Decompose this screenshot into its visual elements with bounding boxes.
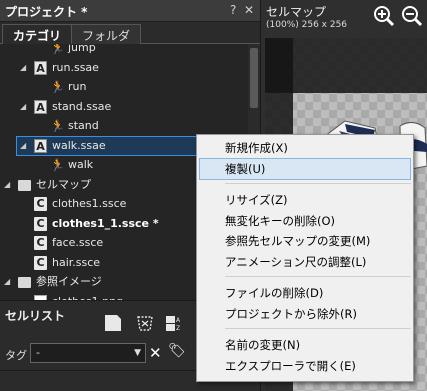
context-menu-item[interactable]: プロジェクトから除外(R) (199, 303, 411, 325)
expand-arrow-icon[interactable]: ◢ (20, 136, 30, 156)
help-button[interactable]: ? (230, 3, 236, 17)
running-figure-icon: 🏃 (50, 80, 65, 94)
tree-item-label: hair.ssce (52, 255, 101, 269)
tree-item-label: walk (68, 158, 94, 171)
running-figure-icon: 🏃 (50, 119, 65, 133)
animation-file-icon: A (34, 99, 47, 114)
context-menu-item[interactable]: ファイルの削除(D) (199, 282, 411, 304)
context-menu: 新規作成(X) 複製(U) リサイズ(Z) 無変化キーの削除(O) 参照先セルマップの変… (196, 134, 414, 382)
tree-item[interactable]: 🏃 run (0, 77, 248, 97)
sort-cells-icon[interactable]: A Z (164, 313, 186, 333)
context-menu-item[interactable]: 参照先セルマップの変更(M) (199, 230, 411, 252)
clear-tag-icon[interactable]: ✕ (149, 344, 162, 362)
tree-item-label: stand (68, 119, 99, 132)
tree-item[interactable]: 🏃 stand (0, 116, 248, 136)
tag-icon[interactable]: 🏷 (168, 343, 186, 359)
tree-item-label: clothes1_1.ssce * (52, 216, 159, 230)
tree-item-label: セルマップ (36, 177, 91, 191)
panel-title: プロジェクト * (5, 5, 88, 19)
cellmap-info: (100%) 256 x 256 (266, 20, 348, 30)
zoom-in-icon[interactable] (373, 5, 395, 27)
context-menu-item[interactable]: リサイズ(Z) (199, 189, 411, 211)
tree-item-label: jump (68, 44, 96, 54)
tab-folder[interactable]: フォルダ (71, 24, 142, 45)
context-menu-item[interactable]: エクスプローラで開く(E) (199, 355, 411, 377)
running-figure-icon: 🏃 (50, 44, 65, 55)
expand-arrow-icon[interactable]: ◢ (20, 97, 30, 117)
tree-item-label: stand.ssae (52, 99, 112, 113)
tab-category[interactable]: カテゴリ (2, 24, 73, 45)
tree-item-label: clothes1.ssce (52, 197, 127, 210)
close-panel-button[interactable]: ✕ (244, 3, 254, 17)
cellmap-file-icon: C (34, 255, 47, 270)
cellmap-file-icon: C (34, 216, 47, 231)
expand-arrow-icon[interactable]: ◢ (4, 272, 14, 292)
tag-select[interactable]: - ▼ (30, 343, 146, 363)
tree-item-label: 参照イメージ (36, 275, 102, 288)
menu-separator (225, 183, 411, 184)
tab-bar: カテゴリ フォルダ (0, 22, 260, 45)
tag-select-value: - (36, 346, 40, 359)
cellmap-title: セルマップ (266, 5, 327, 19)
cellmap-file-icon: C (34, 236, 47, 250)
menu-separator (225, 276, 411, 277)
cellmap-file-icon: C (34, 197, 47, 211)
cell-list-title: セルリスト (5, 309, 66, 323)
folder-icon (18, 277, 31, 288)
animation-file-icon: A (34, 138, 47, 153)
tree-item-label: clothes1.png (52, 292, 123, 301)
expand-arrow-icon[interactable]: ◢ (20, 58, 30, 78)
context-menu-item[interactable]: アニメーション尺の調整(L) (199, 251, 411, 273)
context-menu-item[interactable]: 名前の変更(N) (199, 334, 411, 356)
context-menu-item[interactable]: 複製(U) (199, 157, 411, 180)
folder-icon (18, 179, 31, 191)
running-figure-icon: 🏃 (50, 158, 65, 172)
menu-separator (225, 328, 411, 329)
context-menu-item[interactable]: 無変化キーの削除(O) (199, 210, 411, 232)
tree-item-label: run (68, 80, 87, 93)
scrollbar-thumb[interactable] (250, 48, 258, 108)
tree-item-label: face.ssce (52, 236, 104, 249)
tree-item-label: run.ssae (52, 60, 99, 74)
context-menu-item[interactable]: 新規作成(X) (199, 137, 411, 159)
tag-label: タグ (5, 349, 27, 362)
cell-tool-icon[interactable] (134, 313, 156, 333)
tree-item[interactable]: ◢ Astand.ssae (0, 97, 248, 117)
chevron-down-icon: ▼ (134, 348, 141, 358)
expand-arrow-icon[interactable]: ◢ (4, 175, 14, 195)
svg-text:Z: Z (176, 325, 180, 332)
zoom-out-icon[interactable] (401, 5, 423, 27)
tree-item[interactable]: ◢ Arun.ssae (0, 58, 248, 78)
panel-header: プロジェクト * ? ✕ (0, 0, 260, 22)
new-cell-icon[interactable] (102, 313, 124, 333)
tree-item-label: walk.ssae (52, 138, 106, 152)
svg-text:A: A (176, 317, 181, 324)
animation-file-icon: A (34, 60, 47, 75)
tree-item[interactable]: 🏃 jump (0, 44, 248, 58)
